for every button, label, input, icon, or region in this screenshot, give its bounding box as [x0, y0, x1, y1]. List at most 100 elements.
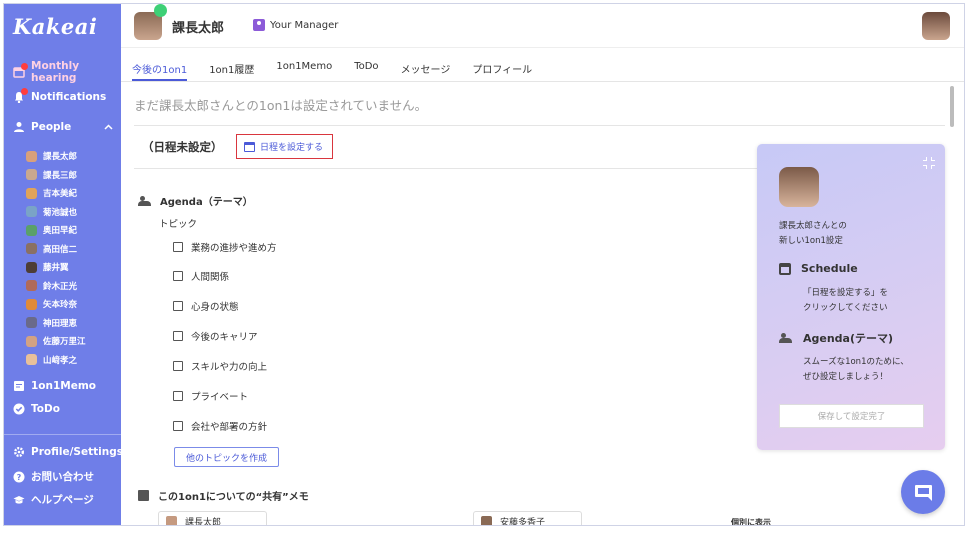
- sidebar-item-label: People: [31, 121, 72, 133]
- user-avatar[interactable]: [922, 12, 950, 40]
- person-item[interactable]: 課長太郎: [26, 147, 86, 166]
- sidebar-item-label: Monthly hearing: [31, 60, 80, 84]
- avatar: [26, 243, 37, 255]
- guide-schedule-text: 「日程を設定する」を クリックしてください: [803, 288, 889, 313]
- checkbox[interactable]: [173, 271, 183, 281]
- help-icon: ?: [13, 471, 25, 483]
- bell-icon: [13, 88, 28, 104]
- save-settings-button[interactable]: 保存して設定完了: [779, 404, 924, 428]
- avatar: [26, 280, 37, 292]
- sidebar-item-notifications[interactable]: Notifications: [13, 88, 106, 104]
- topic-checkbox-item[interactable]: 業務の進捗や進め方: [173, 240, 277, 254]
- topic-checkbox-item[interactable]: プライベート: [173, 389, 248, 403]
- svg-text:?: ?: [17, 473, 22, 482]
- chat-icon: [915, 485, 932, 501]
- set-schedule-button[interactable]: 日程を設定する: [236, 134, 333, 159]
- avatar: [26, 206, 37, 218]
- person-item[interactable]: 鈴木正光: [26, 277, 86, 296]
- topic-checkbox-item[interactable]: 会社や部署の方針: [173, 419, 267, 433]
- sidebar-divider: [4, 434, 121, 435]
- memo-card-a[interactable]: 課長太郎: [158, 511, 267, 525]
- topic-checkbox-item[interactable]: スキルや力の向上: [173, 359, 267, 373]
- chevron-up-icon[interactable]: [104, 121, 113, 133]
- app-logo: Kakeai: [13, 14, 98, 39]
- header: 課長太郎 Your Manager: [121, 4, 964, 48]
- avatar: [26, 298, 37, 310]
- tab-bar: 今後の1on1 1on1履歴 1on1Memo ToDo メッセージ プロフィー…: [121, 49, 964, 82]
- tab-profile[interactable]: プロフィール: [472, 49, 532, 81]
- guide-intro: 課長太郎さんとの 新しい1on1設定: [779, 221, 847, 246]
- chat-button[interactable]: [901, 470, 945, 514]
- guide-agenda-heading: Agenda(テーマ): [779, 330, 893, 346]
- manager-icon: [253, 19, 265, 31]
- avatar: [26, 317, 37, 329]
- person-item[interactable]: 佐藤万里江: [26, 332, 86, 351]
- guide-schedule-heading: Schedule: [779, 262, 858, 275]
- sidebar-item-label: 1on1Memo: [31, 380, 97, 392]
- avatar: [26, 261, 37, 273]
- person-item[interactable]: 課長三郎: [26, 166, 86, 185]
- tab-messages[interactable]: メッセージ: [401, 49, 451, 81]
- checkbox[interactable]: [173, 242, 183, 252]
- topic-checkbox-item[interactable]: 人間関係: [173, 269, 229, 283]
- avatar: [26, 335, 37, 347]
- partner-name: 課長太郎: [172, 21, 225, 36]
- topic-checkbox-item[interactable]: 今後のキャリア: [173, 329, 258, 343]
- avatar: [26, 150, 37, 162]
- notification-dot: [21, 63, 28, 70]
- avatar: [26, 354, 37, 366]
- tab-1on1memo[interactable]: 1on1Memo: [276, 49, 332, 81]
- sidebar-item-1on1memo[interactable]: 1on1Memo: [13, 380, 96, 392]
- sidebar: Kakeai Monthly hearing Notifications Peo…: [4, 4, 123, 525]
- sidebar-item-profile-settings[interactable]: Profile/Settings: [13, 446, 123, 458]
- sidebar-item-label: ヘルプページ: [31, 494, 94, 506]
- person-item[interactable]: 奥田早紀: [26, 221, 86, 240]
- divider: [134, 125, 945, 126]
- guide-agenda-text: スムーズな1on1のために、 ぜひ設定しましょう！: [803, 357, 909, 382]
- person-item[interactable]: 菊池誠也: [26, 203, 86, 222]
- person-item[interactable]: 藤井翼: [26, 258, 86, 277]
- checkbox[interactable]: [173, 391, 183, 401]
- memo-icon: [138, 490, 149, 501]
- sidebar-item-help-page[interactable]: ヘルプページ: [13, 492, 94, 507]
- checkbox[interactable]: [173, 361, 183, 371]
- check-icon: [13, 403, 25, 415]
- avatar: [26, 169, 37, 181]
- person-icon: [13, 121, 25, 133]
- avatar: [26, 187, 37, 199]
- tab-todo[interactable]: ToDo: [354, 49, 378, 81]
- notification-dot: [21, 88, 28, 95]
- graduation-icon: [13, 494, 25, 506]
- sidebar-item-todo[interactable]: ToDo: [13, 403, 60, 415]
- tab-upcoming-1on1[interactable]: 今後の1on1: [132, 49, 188, 81]
- scrollbar[interactable]: [950, 86, 954, 127]
- person-item[interactable]: 高田信二: [26, 240, 86, 259]
- avatar: [166, 516, 177, 525]
- person-item[interactable]: 神田理恵: [26, 314, 86, 333]
- expand-icon[interactable]: [923, 157, 935, 169]
- tab-1on1-history[interactable]: 1on1履歴: [209, 49, 254, 81]
- person-item[interactable]: 吉本美紀: [26, 184, 86, 203]
- add-topic-button[interactable]: 他のトピックを作成: [174, 447, 279, 467]
- gear-icon: [13, 446, 25, 458]
- checkbox[interactable]: [173, 331, 183, 341]
- individual-view-toggle[interactable]: 個別に表示: [731, 517, 771, 525]
- memo-card-b[interactable]: 安藤多香子: [473, 511, 582, 525]
- people-icon: [138, 195, 152, 206]
- sidebar-item-label: Profile/Settings: [31, 446, 123, 458]
- checkbox[interactable]: [173, 421, 183, 431]
- calendar-icon: [244, 141, 255, 152]
- person-item[interactable]: 矢本玲奈: [26, 295, 86, 314]
- online-status-dot: [154, 4, 167, 17]
- shared-memo-heading: この1on1についての“共有”メモ: [138, 488, 309, 503]
- sidebar-item-monthly-hearing[interactable]: Monthly hearing: [13, 60, 121, 84]
- checkbox[interactable]: [173, 301, 183, 311]
- app-window: Kakeai Monthly hearing Notifications Peo…: [3, 3, 965, 526]
- person-item[interactable]: 山﨑孝之: [26, 351, 86, 370]
- sidebar-item-people[interactable]: People: [13, 121, 113, 133]
- schedule-status-label: （日程未設定）: [142, 140, 223, 154]
- agenda-heading: Agenda（テーマ）: [138, 193, 253, 208]
- topic-checkbox-item[interactable]: 心身の状態: [173, 299, 239, 313]
- sidebar-item-contact[interactable]: ? お問い合わせ: [13, 469, 94, 484]
- avatar: [26, 224, 37, 236]
